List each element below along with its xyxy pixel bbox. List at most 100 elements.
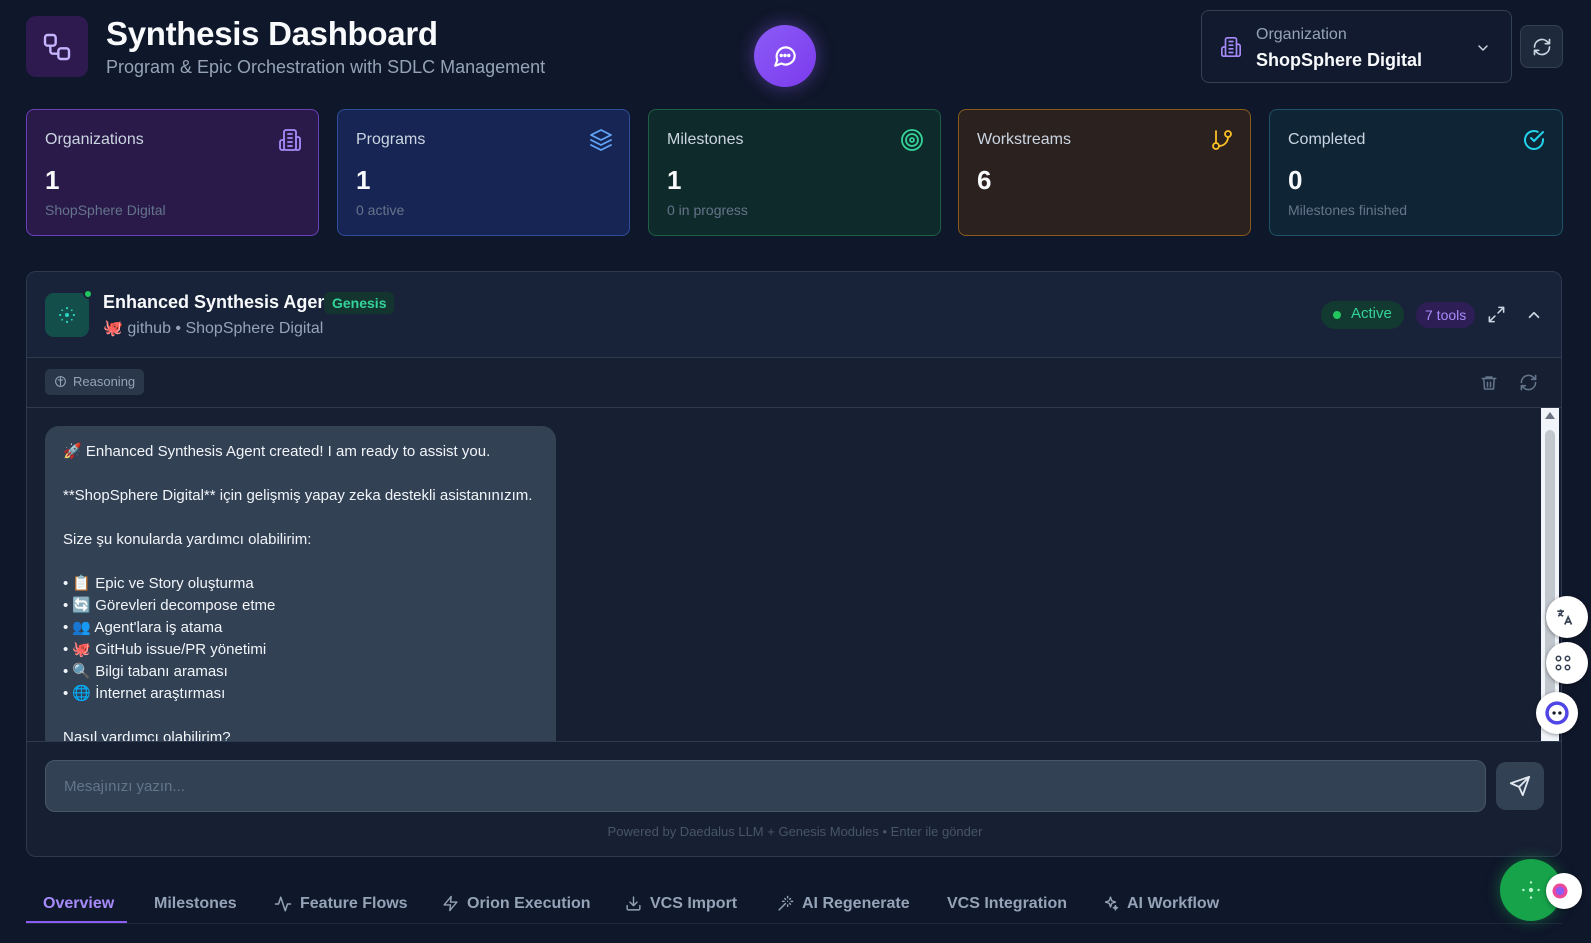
stat-value: 1	[45, 165, 60, 195]
message-line: • 👥 Agent'lara iş atama	[63, 619, 223, 636]
bot-face-icon	[1545, 701, 1569, 725]
stat-subtext: 0 active	[356, 202, 405, 218]
message-input[interactable]	[45, 760, 1486, 812]
sparkle-dots-icon	[1522, 881, 1540, 899]
agent-subtitle: 🐙 github • ShopSphere Digital	[103, 318, 323, 338]
target-icon	[901, 129, 923, 151]
send-button[interactable]	[1496, 762, 1544, 810]
agent-avatar	[45, 293, 89, 337]
organization-label: Organization	[1256, 26, 1347, 43]
agent-header: Enhanced Synthesis Agent Genesis 🐙 githu…	[27, 272, 1561, 358]
genesis-badge: Genesis	[324, 292, 395, 314]
scroll-up-arrow[interactable]	[1545, 412, 1555, 419]
organization-select[interactable]: Organization ShopSphere Digital	[1201, 10, 1512, 83]
check-circle-icon	[1524, 130, 1544, 150]
status-badge: Active	[1321, 301, 1404, 329]
message-line: • 🌐 İnternet araştırması	[63, 685, 226, 702]
chevron-down-icon	[1478, 45, 1488, 51]
stat-label: Programs	[356, 131, 426, 148]
page-subtitle: Program & Epic Orchestration with SDLC M…	[106, 57, 546, 77]
brain-icon	[55, 376, 66, 387]
message-line: 🚀 Enhanced Synthesis Agent created! I am…	[63, 443, 491, 460]
tab-label: Milestones	[154, 895, 237, 912]
message-line: **ShopSphere Digital** için gelişmiş yap…	[63, 487, 533, 504]
stat-value: 1	[667, 165, 682, 195]
wand-icon	[778, 895, 794, 911]
tab-label: Orion Execution	[467, 895, 591, 912]
tab-label: AI Workflow	[1127, 895, 1220, 912]
tab-milestones[interactable]: Milestones	[154, 885, 237, 925]
tab-vcs-import[interactable]: VCS Import	[625, 885, 737, 925]
chat-input-area: Powered by Daedalus LLM + Genesis Module…	[27, 741, 1561, 856]
git-branch-icon	[1212, 130, 1232, 150]
bot-sparkle-icon	[59, 307, 75, 323]
tab-label: VCS Import	[650, 895, 738, 912]
organization-value: ShopSphere Digital	[1256, 50, 1423, 70]
agent-panel: Enhanced Synthesis Agent Genesis 🐙 githu…	[26, 271, 1562, 857]
tab-label: Overview	[43, 895, 115, 912]
stat-card-completed[interactable]: Completed 0 Milestones finished	[1269, 109, 1563, 236]
stat-card-workstreams[interactable]: Workstreams 6	[958, 109, 1251, 236]
stat-label: Organizations	[45, 131, 144, 148]
layers-icon	[590, 129, 612, 151]
refresh-button[interactable]	[1520, 25, 1563, 68]
tab-feature-flows[interactable]: Feature Flows	[274, 885, 408, 925]
powered-by-note: Powered by Daedalus LLM + Genesis Module…	[607, 824, 983, 839]
message-line: Nasıl yardımcı olabilirim?	[63, 729, 231, 741]
reasoning-toggle[interactable]: Reasoning	[45, 369, 145, 395]
tab-overview[interactable]: Overview	[43, 885, 114, 925]
stat-label: Workstreams	[977, 131, 1071, 148]
tab-label: Feature Flows	[300, 895, 408, 912]
stat-value: 6	[977, 165, 992, 195]
zap-icon	[443, 895, 458, 912]
agent-name: Enhanced Synthesis Agent	[103, 292, 335, 312]
agent-subtitle-text: github • ShopSphere Digital	[127, 320, 324, 337]
activity-icon	[274, 896, 292, 912]
translate-widget[interactable]	[1546, 596, 1588, 638]
workflow-icon	[43, 33, 71, 60]
maximize-icon[interactable]	[1487, 305, 1506, 324]
stat-card-organizations[interactable]: Organizations 1 ShopSphere Digital	[26, 109, 319, 236]
building-icon	[1221, 37, 1241, 57]
download-icon	[626, 896, 641, 911]
chevron-up-icon[interactable]	[1525, 306, 1543, 324]
stat-value: 0	[1288, 165, 1303, 195]
message-line: • 🐙 GitHub issue/PR yönetimi	[63, 641, 267, 658]
assistant-widget[interactable]	[1536, 692, 1578, 734]
stat-card-milestones[interactable]: Milestones 1 0 in progress	[648, 109, 941, 236]
message-line: • 🔍 Bilgi tabanı araması	[63, 663, 228, 680]
stat-value: 1	[356, 165, 371, 195]
trash-icon[interactable]	[1480, 374, 1498, 392]
message-circle-icon	[774, 46, 796, 67]
chat-messages[interactable]: 🚀 Enhanced Synthesis Agent created! I am…	[27, 408, 1561, 741]
page-title: Synthesis Dashboard	[106, 15, 438, 52]
sparkles-icon	[1104, 896, 1119, 911]
assistant-message: 🚀 Enhanced Synthesis Agent created! I am…	[45, 426, 556, 741]
stat-card-programs[interactable]: Programs 1 0 active	[337, 109, 630, 236]
translate-icon	[1557, 609, 1573, 625]
send-icon	[1509, 775, 1531, 797]
refresh-icon	[1533, 38, 1550, 55]
tab-bar: Overview Milestones Feature Flows Orion …	[26, 885, 1562, 925]
apps-widget[interactable]	[1546, 642, 1588, 684]
app-logo	[26, 16, 88, 77]
stat-subtext: Milestones finished	[1288, 202, 1408, 218]
grid-icon	[1555, 655, 1571, 671]
tab-vcs-integration[interactable]: VCS Integration	[947, 885, 1067, 925]
stat-label: Milestones	[667, 131, 744, 148]
reasoning-label: Reasoning	[73, 374, 136, 389]
stat-subtext: ShopSphere Digital	[45, 202, 166, 218]
tools-badge[interactable]: 7 tools	[1416, 302, 1476, 328]
chat-button[interactable]	[754, 25, 816, 87]
tab-label: AI Regenerate	[802, 895, 910, 912]
stat-subtext: 0 in progress	[667, 202, 748, 218]
message-line: • 🔄 Görevleri decompose etme	[63, 597, 276, 614]
color-widget[interactable]	[1546, 873, 1582, 909]
active-tab-indicator	[26, 921, 127, 923]
tab-orion-execution[interactable]: Orion Execution	[442, 885, 591, 925]
refresh-icon[interactable]	[1519, 373, 1538, 392]
message-line: • 📋 Epic ve Story oluşturma	[63, 575, 254, 592]
online-indicator	[83, 289, 93, 299]
tab-ai-regenerate[interactable]: AI Regenerate	[777, 885, 910, 925]
tab-ai-workflow[interactable]: AI Workflow	[1102, 885, 1219, 925]
